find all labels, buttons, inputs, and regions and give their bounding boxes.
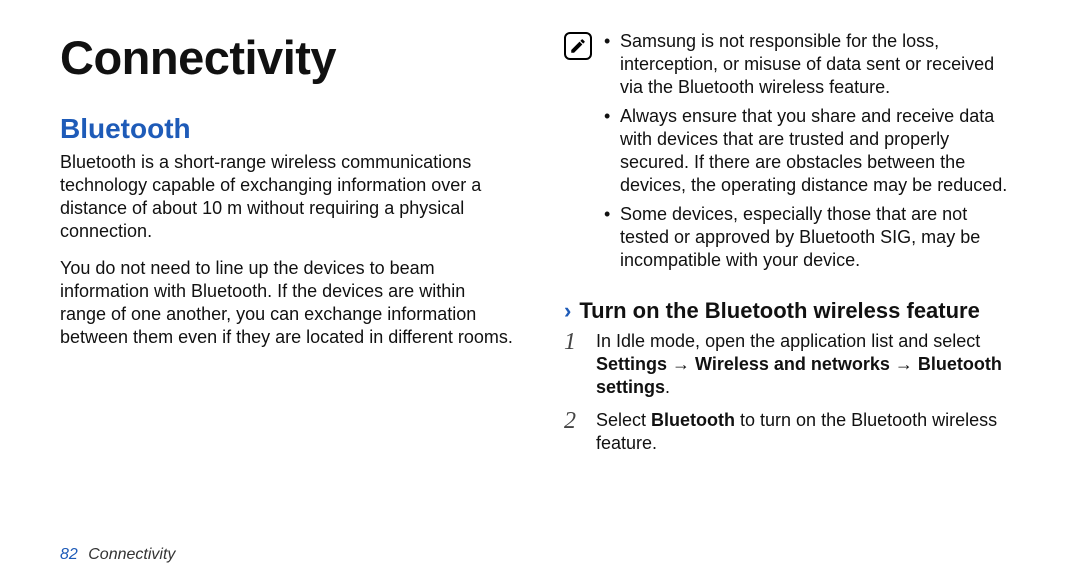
two-column-layout: Connectivity Bluetooth Bluetooth is a sh… [60, 30, 1020, 465]
page-footer: 82 Connectivity [60, 546, 175, 564]
section-heading: Bluetooth [60, 113, 516, 145]
pencil-icon [569, 37, 587, 55]
note-item: Samsung is not responsible for the loss,… [604, 30, 1020, 99]
step-body: Select Bluetooth to turn on the Bluetoot… [596, 409, 1020, 455]
footer-label: Connectivity [88, 546, 175, 563]
manual-page: Connectivity Bluetooth Bluetooth is a sh… [0, 0, 1080, 586]
body-paragraph: You do not need to line up the devices t… [60, 257, 516, 349]
step-text-pre: Select [596, 410, 651, 430]
step-item: 2 Select Bluetooth to turn on the Blueto… [564, 409, 1020, 455]
page-number: 82 [60, 546, 78, 563]
step-number: 1 [564, 330, 584, 354]
step-item: 1 In Idle mode, open the application lis… [564, 330, 1020, 399]
step-text-pre: In Idle mode, open the application list … [596, 331, 980, 351]
step-body: In Idle mode, open the application list … [596, 330, 1020, 399]
note-item: Some devices, especially those that are … [604, 203, 1020, 272]
left-column: Connectivity Bluetooth Bluetooth is a sh… [60, 30, 516, 465]
note-list: Samsung is not responsible for the loss,… [604, 30, 1020, 278]
subheading: Turn on the Bluetooth wireless feature [579, 298, 980, 324]
chevron-right-icon: › [564, 298, 571, 324]
steps-list: 1 In Idle mode, open the application lis… [564, 330, 1020, 455]
step-number: 2 [564, 409, 584, 433]
body-paragraph: Bluetooth is a short-range wireless comm… [60, 151, 516, 243]
right-column: Samsung is not responsible for the loss,… [564, 30, 1020, 465]
page-title: Connectivity [60, 30, 516, 85]
note-block: Samsung is not responsible for the loss,… [564, 30, 1020, 278]
note-pencil-icon [564, 32, 592, 60]
note-item: Always ensure that you share and receive… [604, 105, 1020, 197]
step-text-post: . [665, 377, 670, 397]
step-text-bold: Settings → Wireless and networks → Bluet… [596, 354, 1002, 397]
step-text-bold: Bluetooth [651, 410, 735, 430]
subheading-row: › Turn on the Bluetooth wireless feature [564, 298, 1020, 324]
